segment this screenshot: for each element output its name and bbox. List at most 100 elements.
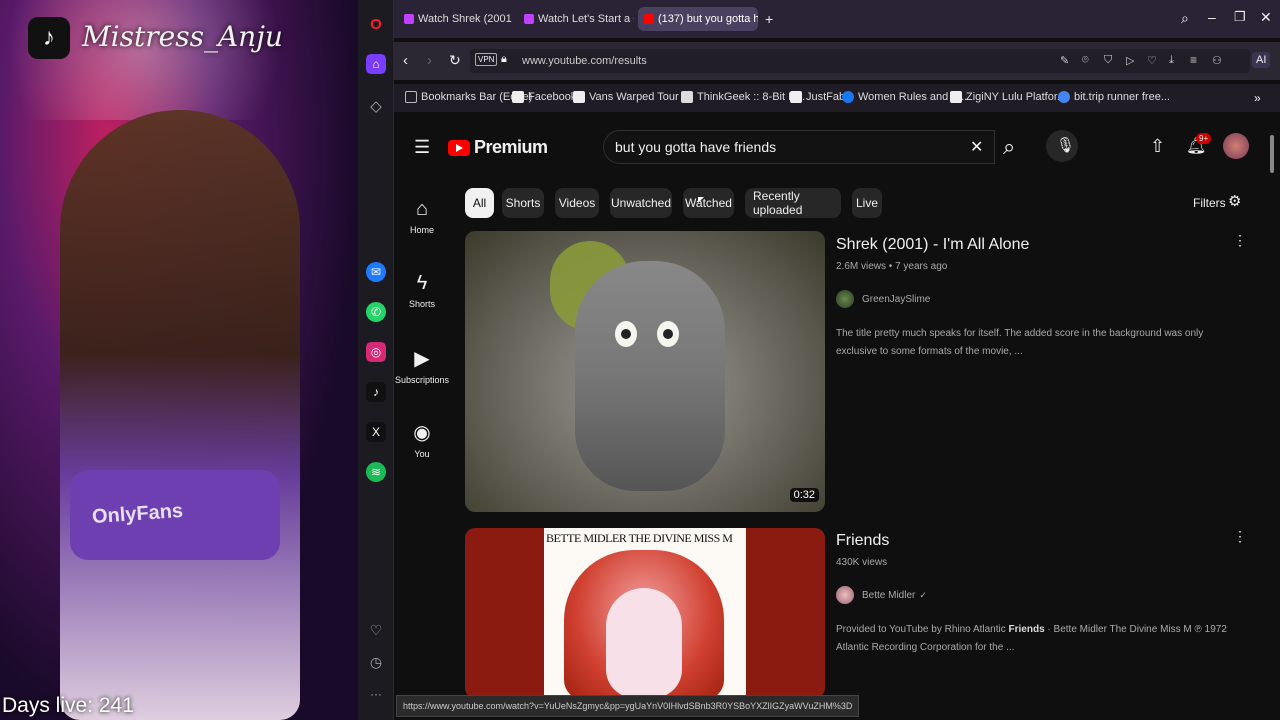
tab-search-icon[interactable]: ⌕	[1181, 10, 1189, 27]
bookmark-item[interactable]: Facebook	[512, 91, 576, 103]
camera-icon[interactable]: ⌾	[1082, 54, 1089, 67]
chip-recently-uploaded[interactable]: Recently uploaded	[745, 188, 841, 218]
bookmark-item[interactable]: Women Rules and A...	[842, 91, 967, 103]
history-clock-icon[interactable]: ◷	[366, 652, 386, 672]
video-thumbnail-friends[interactable]: BETTE MIDLER THE DIVINE MISS M	[465, 528, 825, 698]
chip-shorts[interactable]: Shorts	[502, 188, 544, 218]
edit-icon[interactable]: ✎	[1060, 54, 1069, 67]
screen: ♪ Mistress_Anju OnlyFans Days live: 241 …	[0, 0, 1280, 720]
search-input[interactable]	[615, 139, 955, 155]
favorites-heart-icon[interactable]: ♡	[366, 620, 386, 640]
shield-icon[interactable]: ⛉	[1104, 54, 1112, 67]
minimize-icon[interactable]: –	[1208, 9, 1216, 25]
back-icon[interactable]: ‹	[403, 52, 408, 69]
profile-icon[interactable]: ⚇	[1212, 54, 1222, 67]
video-title[interactable]: Shrek (2001) - I'm All Alone	[836, 236, 1029, 254]
notification-count-badge: 9+	[1196, 133, 1212, 144]
filters-label[interactable]: Filters	[1193, 196, 1226, 210]
youtube-premium-logo[interactable]: Premium	[448, 137, 548, 158]
description-highlight: Friends	[1008, 624, 1045, 635]
bookmark-item[interactable]: ThinkGeek :: 8-Bit D...	[681, 91, 805, 103]
bookmark-label: ThinkGeek :: 8-Bit D...	[697, 91, 806, 103]
forward-icon[interactable]: ›	[427, 52, 432, 69]
more-actions-icon[interactable]: ⋮	[1233, 528, 1247, 545]
tab-label: (137) but you gotta have	[658, 13, 758, 25]
tab-shrek[interactable]: Watch Shrek (2001) - Free	[398, 7, 512, 31]
tiktok-sidebar-icon[interactable]: ♪	[366, 382, 386, 402]
tab-youtube-active[interactable]: (137) but you gotta have	[638, 7, 758, 31]
video-meta: 2.6M views • 7 years ago	[836, 261, 948, 272]
play-icon[interactable]: ▷	[1126, 54, 1134, 67]
video-description: The title pretty much speaks for itself.…	[836, 328, 1204, 357]
page-icon	[790, 91, 802, 103]
bookmark-label: Vans Warped Tour /...	[589, 91, 694, 103]
nav-shorts[interactable]: ϟ Shorts	[394, 272, 450, 309]
messenger-icon[interactable]: ✉	[366, 262, 386, 282]
hamburger-menu-icon[interactable]: ☰	[414, 137, 430, 158]
close-window-icon[interactable]: ✕	[1260, 9, 1272, 26]
nav-label: Shorts	[408, 299, 435, 309]
youtube-favicon-icon	[644, 14, 654, 24]
more-dots-icon[interactable]: ···	[366, 684, 386, 704]
shorts-icon: ϟ	[416, 272, 428, 294]
chip-watched[interactable]: Watched	[683, 188, 734, 218]
heart-icon[interactable]: ♡	[1147, 54, 1157, 67]
chip-live[interactable]: Live	[852, 188, 882, 218]
tab-label: Watch Shrek (2001) - Free	[418, 13, 512, 25]
google-icon	[1058, 91, 1070, 103]
filters-sliders-icon[interactable]: ⚙︎	[1228, 192, 1241, 210]
opera-logo-icon[interactable]: O	[366, 14, 386, 34]
status-bar-url: https://www.youtube.com/watch?v=YuUeNsZg…	[396, 695, 860, 717]
nav-label: You	[414, 449, 430, 459]
clear-search-icon[interactable]: ✕	[970, 137, 983, 157]
x-icon[interactable]: X	[366, 422, 386, 442]
instagram-icon[interactable]: ◎	[366, 342, 386, 362]
channel-link[interactable]: GreenJaySlime	[836, 290, 930, 308]
facebook-icon	[842, 91, 854, 103]
vpn-badge[interactable]: VPN	[475, 53, 498, 66]
chip-videos[interactable]: Videos	[555, 188, 599, 218]
avatar[interactable]	[1223, 133, 1249, 159]
ai-button[interactable]: AI	[1252, 52, 1271, 68]
channel-link[interactable]: Bette Midler ✓	[836, 586, 927, 604]
scrollbar-thumb[interactable]	[1270, 135, 1274, 173]
bookmarks-overflow-icon[interactable]: »	[1254, 91, 1261, 105]
search-icon[interactable]: ⌕	[1003, 134, 1015, 160]
nav-subscriptions[interactable]: ▶︎ Subscriptions	[394, 346, 450, 385]
chip-all[interactable]: All	[465, 188, 494, 218]
bookmark-item[interactable]: ZigiNY Lulu Platfor...	[950, 91, 1066, 103]
menu-lines-icon[interactable]: ≡	[1190, 53, 1197, 67]
speed-dial-icon[interactable]: ◇	[366, 96, 386, 116]
whatsapp-icon[interactable]: ✆	[366, 302, 386, 322]
bookmark-item[interactable]: bit.trip runner free...	[1058, 91, 1170, 103]
more-actions-icon[interactable]: ⋮	[1233, 232, 1247, 249]
download-icon[interactable]: ⤓	[1169, 54, 1174, 67]
tiktok-logo-icon: ♪	[28, 17, 70, 59]
bookmark-label: ZigiNY Lulu Platfor...	[966, 91, 1067, 103]
nav-home[interactable]: ⌂ Home	[394, 198, 450, 235]
tab-favicon-icon	[524, 14, 534, 24]
video-description: Provided to YouTube by Rhino Atlantic Fr…	[836, 621, 1236, 657]
page-icon	[573, 91, 585, 103]
bookmark-item[interactable]: JustFab	[790, 91, 845, 103]
spotify-icon[interactable]: ≋	[366, 462, 386, 482]
channel-avatar	[836, 290, 854, 308]
you-icon: ◉	[413, 422, 431, 444]
bookmark-item[interactable]: Vans Warped Tour /...	[573, 91, 694, 103]
nav-you[interactable]: ◉ You	[394, 420, 450, 459]
page-icon	[512, 91, 524, 103]
url-text[interactable]: www.youtube.com/results	[522, 55, 647, 67]
aria-icon[interactable]: ⌂	[366, 54, 386, 74]
chip-unwatched[interactable]: Unwatched	[610, 188, 672, 218]
home-icon: ⌂	[415, 198, 429, 220]
tab-cult[interactable]: Watch Let's Start a Cult (2	[518, 7, 634, 31]
new-tab-plus-icon[interactable]: +	[765, 11, 773, 27]
youtube-play-icon	[448, 139, 470, 156]
video-thumbnail-shrek[interactable]: 0:32	[465, 231, 825, 512]
reload-icon[interactable]: ↻	[449, 52, 461, 69]
opera-sidebar: O ⌂ ◇ ✉ ✆ ◎ ♪ X ≋ ♡ ◷ ···	[358, 0, 394, 720]
video-title[interactable]: Friends	[836, 532, 889, 550]
lock-icon[interactable]: 🔒︎	[501, 53, 507, 66]
restore-icon[interactable]: ❐	[1234, 9, 1246, 25]
upload-icon[interactable]: ⇧	[1150, 136, 1165, 157]
